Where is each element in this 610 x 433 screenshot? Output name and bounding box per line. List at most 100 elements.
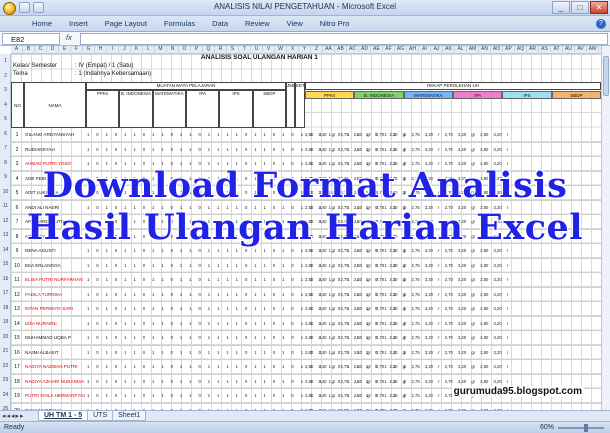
scrollbar-thumb[interactable] xyxy=(603,56,609,96)
row-header[interactable]: 3 xyxy=(0,87,11,93)
column-header-ag[interactable]: AG xyxy=(395,46,407,52)
column-header-o[interactable]: O xyxy=(179,46,191,52)
column-header-b[interactable]: B xyxy=(23,46,35,52)
student-row[interactable]: 12 FADILA TURNISA 1 0 1 0 1 1 0 1 1 0 1 1 … xyxy=(11,288,601,302)
column-header-ae[interactable]: AE xyxy=(371,46,383,52)
column-header-aq[interactable]: AQ xyxy=(515,46,527,52)
column-header-n[interactable]: N xyxy=(167,46,179,52)
tab-formulas[interactable]: Formulas xyxy=(162,18,197,29)
column-header-x[interactable]: X xyxy=(287,46,299,52)
sheet-nav-arrows-icon[interactable]: ◂◂◂▸▸ xyxy=(2,412,25,420)
student-row[interactable]: 10 EKA ERLANGGA 1 0 1 0 1 1 0 1 1 0 1 1 0 … xyxy=(11,259,601,273)
name-box[interactable]: E82 xyxy=(2,33,60,45)
fx-icon[interactable]: fx xyxy=(66,33,72,42)
student-row[interactable]: 15 MUHAMMAD UQBA P1 0 1 0 1 1 0 1 1 0 1 1… xyxy=(11,331,601,346)
row-header[interactable]: 1 xyxy=(0,58,11,64)
minimize-button[interactable]: _ xyxy=(552,1,570,14)
row-header[interactable]: 21 xyxy=(0,348,11,354)
column-header-q[interactable]: Q xyxy=(203,46,215,52)
column-header-i[interactable]: I xyxy=(107,46,119,52)
column-header-af[interactable]: AF xyxy=(383,46,395,52)
tab-insert[interactable]: Insert xyxy=(67,18,90,29)
column-header-aa[interactable]: AA xyxy=(323,46,335,52)
row-header[interactable]: 7 xyxy=(0,145,11,151)
column-header-av[interactable]: AV xyxy=(575,46,587,52)
row-header[interactable]: 17 xyxy=(0,290,11,296)
student-row[interactable]: 13 INTAN PERMATA SARI 1 0 1 0 1 1 0 1 1 0 … xyxy=(11,302,601,317)
column-header-aw[interactable]: AW xyxy=(587,46,599,52)
zoom-level[interactable]: 60% xyxy=(540,424,554,431)
tab-home[interactable]: Home xyxy=(30,18,54,29)
column-header-p[interactable]: P xyxy=(191,46,203,52)
column-header-ak[interactable]: AK xyxy=(443,46,455,52)
column-header-j[interactable]: J xyxy=(119,46,131,52)
column-header-ah[interactable]: AH xyxy=(407,46,419,52)
student-row[interactable]: 14 IZZA NURAENI 1 0 1 0 1 1 0 1 1 0 1 1 0 … xyxy=(11,317,601,331)
sheet-tab[interactable]: Sheet1 xyxy=(112,411,147,421)
row-header[interactable]: 5 xyxy=(0,116,11,122)
column-header-l[interactable]: L xyxy=(143,46,155,52)
row-header[interactable]: 15 xyxy=(0,261,11,267)
tab-data[interactable]: Data xyxy=(210,18,230,29)
formula-input[interactable] xyxy=(80,33,608,45)
column-header-y[interactable]: Y xyxy=(299,46,311,52)
column-header-t[interactable]: T xyxy=(239,46,251,52)
tab-page-layout[interactable]: Page Layout xyxy=(103,18,149,29)
column-header-k[interactable]: K xyxy=(131,46,143,52)
sheet-tab[interactable]: UH TM 1 - 5 xyxy=(38,411,89,421)
row-header[interactable]: 23 xyxy=(0,377,11,383)
student-row[interactable]: 11 ELISA PUTRI NURFARHAN 1 0 1 0 1 1 0 1 1… xyxy=(11,273,601,288)
row-header[interactable]: 20 xyxy=(0,334,11,340)
help-icon[interactable]: ? xyxy=(596,19,606,29)
row-header[interactable]: 19 xyxy=(0,319,11,325)
column-header-m[interactable]: M xyxy=(155,46,167,52)
column-header-g[interactable]: G xyxy=(83,46,95,52)
row-header[interactable]: 18 xyxy=(0,305,11,311)
student-row[interactable]: 1 GILANG ARDYANSYAH 1 0 1 0 1 1 0 1 1 0 1 … xyxy=(11,128,601,143)
row-header[interactable]: 16 xyxy=(0,276,11,282)
column-header-ao[interactable]: AO xyxy=(491,46,503,52)
student-row[interactable]: 17 NADIYA NAZWAN PUTRI 1 0 1 0 1 1 0 1 1 0… xyxy=(11,360,601,375)
zoom-slider[interactable] xyxy=(558,424,604,432)
column-header-w[interactable]: W xyxy=(275,46,287,52)
column-header-r[interactable]: R xyxy=(215,46,227,52)
column-header-ar[interactable]: AR xyxy=(527,46,539,52)
student-row[interactable]: 2 RUDIANSYAH 1 0 1 0 1 1 0 1 1 0 1 1 0 1 1… xyxy=(11,143,601,157)
column-header-al[interactable]: AL xyxy=(455,46,467,52)
column-header-d[interactable]: D xyxy=(47,46,59,52)
column-header-s[interactable]: S xyxy=(227,46,239,52)
column-header-c[interactable]: C xyxy=(35,46,47,52)
zoom-slider-thumb[interactable] xyxy=(583,424,588,432)
column-header-ap[interactable]: AP xyxy=(503,46,515,52)
column-header-ad[interactable]: AD xyxy=(359,46,371,52)
vertical-scrollbar[interactable] xyxy=(601,46,610,410)
column-header-an[interactable]: AN xyxy=(479,46,491,52)
column-header-as[interactable]: AS xyxy=(539,46,551,52)
row-header[interactable]: 2 xyxy=(0,73,11,79)
column-header-au[interactable]: AU xyxy=(563,46,575,52)
maximize-button[interactable]: □ xyxy=(571,1,589,14)
column-header-e[interactable]: E xyxy=(59,46,71,52)
row-header[interactable]: 6 xyxy=(0,131,11,137)
column-header-at[interactable]: AT xyxy=(551,46,563,52)
tab-review[interactable]: Review xyxy=(243,18,272,29)
column-headers[interactable]: A B C D E F G H I J K L M N O P Q R S T U V W X Y Z AA AB AC AD AE AF AG… xyxy=(11,46,601,54)
column-header-aj[interactable]: AJ xyxy=(431,46,443,52)
column-header-f[interactable]: F xyxy=(71,46,83,52)
column-header-ab[interactable]: AB xyxy=(335,46,347,52)
column-header-u[interactable]: U xyxy=(251,46,263,52)
column-header-z[interactable]: Z xyxy=(311,46,323,52)
tab-view[interactable]: View xyxy=(285,18,305,29)
tab-nitro-pro[interactable]: Nitro Pro xyxy=(318,18,352,29)
row-header[interactable]: 24 xyxy=(0,392,11,398)
row-header[interactable]: 22 xyxy=(0,363,11,369)
column-header-a[interactable]: A xyxy=(11,46,23,52)
column-header-ac[interactable]: AC xyxy=(347,46,359,52)
student-row[interactable]: 16 NAJMI ALBASIT 1 0 1 0 1 1 0 1 1 0 1 1 0… xyxy=(11,346,601,360)
column-header-ai[interactable]: AI xyxy=(419,46,431,52)
column-header-am[interactable]: AM xyxy=(467,46,479,52)
sheet-tab[interactable]: UTS xyxy=(87,411,114,421)
row-header[interactable]: 4 xyxy=(0,102,11,108)
column-header-v[interactable]: V xyxy=(263,46,275,52)
column-header-h[interactable]: H xyxy=(95,46,107,52)
